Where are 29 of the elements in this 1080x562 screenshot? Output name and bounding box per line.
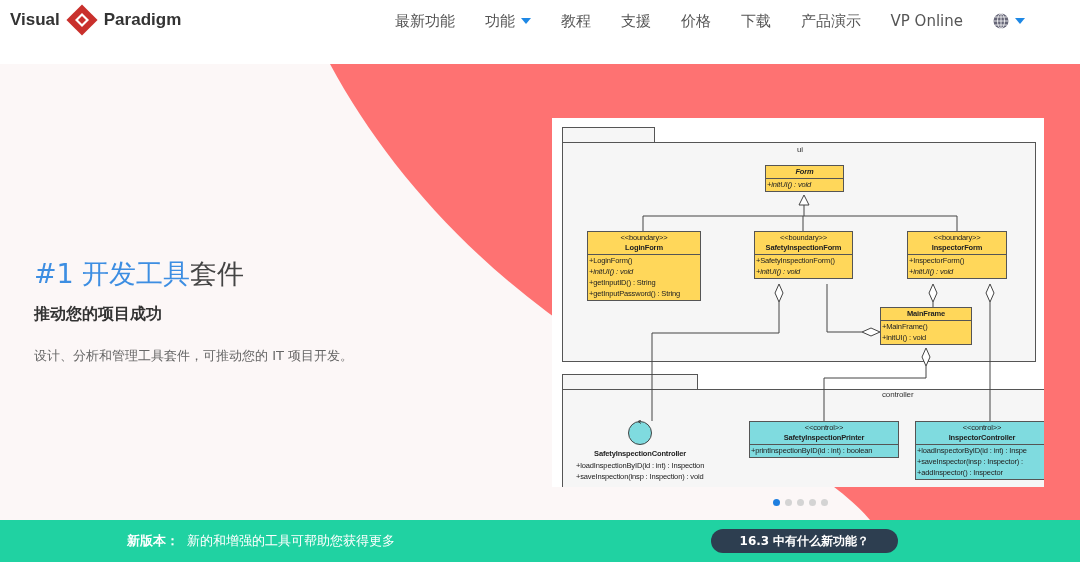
carousel-dot[interactable] bbox=[773, 499, 780, 506]
caret-icon bbox=[1015, 18, 1025, 24]
hero-title: #1 开发工具套件 bbox=[34, 257, 245, 291]
carousel-dot[interactable] bbox=[797, 499, 804, 506]
logo-text[interactable]: Paradigm bbox=[103, 10, 182, 30]
nav-link[interactable]: 支援 bbox=[605, 11, 666, 31]
nav-link[interactable]: 下载 bbox=[725, 11, 786, 31]
carousel-dot[interactable] bbox=[809, 499, 816, 506]
package-label: ui bbox=[797, 145, 803, 154]
aggregation-connector bbox=[928, 283, 938, 308]
hero-subtitle: 推动您的项目成功 bbox=[34, 304, 162, 325]
nav-link[interactable]: 价格 bbox=[665, 11, 726, 31]
logo-text[interactable]: Visual bbox=[10, 10, 60, 30]
carousel-dot[interactable] bbox=[785, 499, 792, 506]
banner-text: 新的和增强的工具可帮助您获得更多 bbox=[187, 532, 395, 550]
nav-link[interactable]: 教程 bbox=[545, 11, 606, 31]
nav-link[interactable]: 最新功能 bbox=[379, 11, 470, 31]
package-label: controller bbox=[882, 390, 914, 399]
hero-description: 设计、分析和管理工具套件，可推动您的 IT 项目开发。 bbox=[34, 347, 354, 365]
nav-link[interactable]: 功能 bbox=[469, 11, 546, 31]
nav-link[interactable]: VP Online bbox=[875, 12, 978, 30]
whats-new-button[interactable]: 16.3 中有什么新功能？ bbox=[711, 529, 898, 553]
aggregation-connector bbox=[826, 283, 881, 337]
caret-icon bbox=[520, 18, 531, 24]
globe-icon bbox=[993, 13, 1009, 29]
control-icon bbox=[627, 420, 654, 446]
carousel-dot[interactable] bbox=[821, 499, 828, 506]
banner-label: 新版本： bbox=[127, 532, 179, 550]
nav-link[interactable]: 产品演示 bbox=[785, 11, 876, 31]
